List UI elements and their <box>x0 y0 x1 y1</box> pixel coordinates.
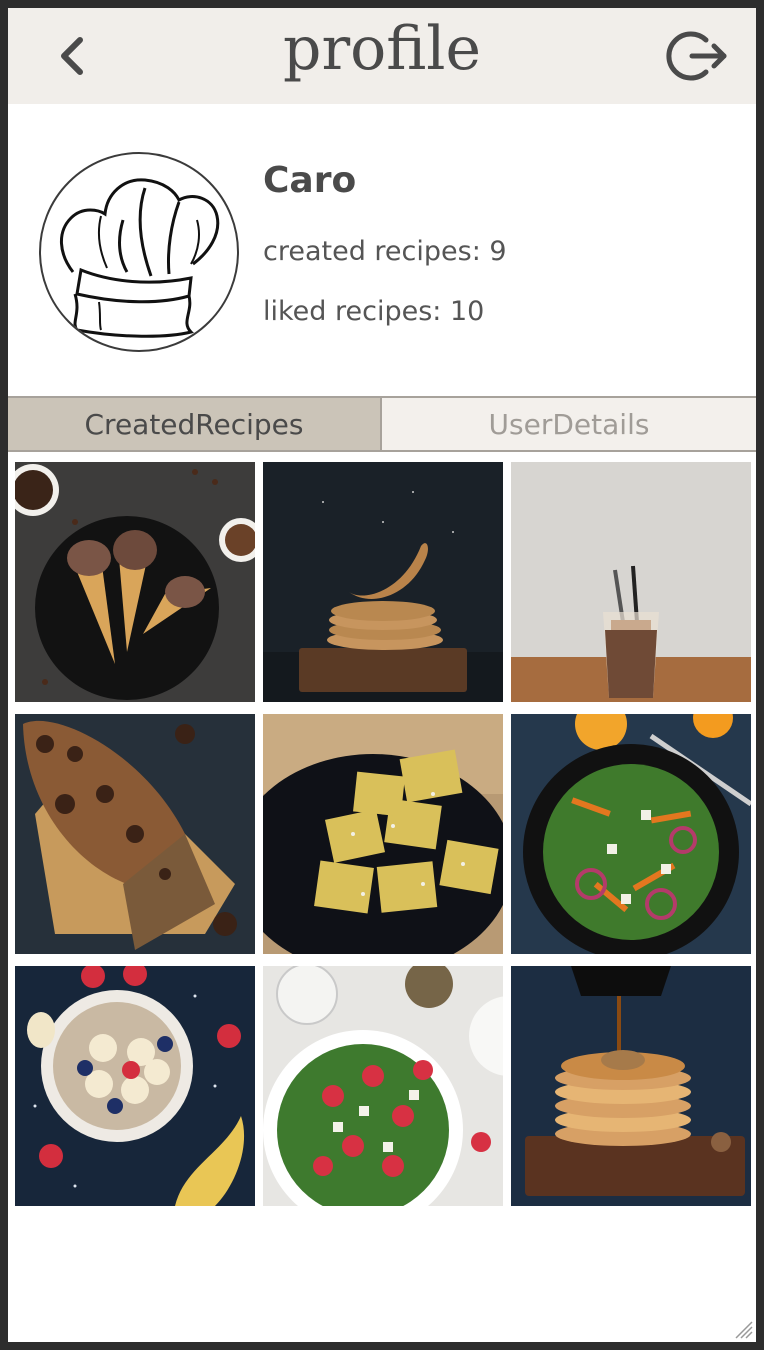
page-title: profile <box>283 14 481 84</box>
recipe-tile-banana-bread[interactable] <box>15 714 255 954</box>
app-screen: profile Caro created recipes: 9 liked re… <box>8 8 756 1342</box>
profile-section: Caro created recipes: 9 liked recipes: 1… <box>8 104 756 396</box>
tab-created-recipes[interactable]: CreatedRecipes <box>8 398 382 450</box>
recipe-tile-oatmeal[interactable] <box>15 966 255 1206</box>
recipe-tile-green-salad[interactable] <box>511 714 751 954</box>
recipe-tile-pancake-stack[interactable] <box>511 966 751 1206</box>
recipe-image <box>511 966 751 1206</box>
recipe-image <box>15 462 255 702</box>
recipe-image <box>511 462 751 702</box>
liked-recipes-count: liked recipes: 10 <box>263 296 485 327</box>
recipe-image <box>263 714 503 954</box>
tab-bar: CreatedRecipes UserDetails <box>8 396 756 452</box>
recipe-image <box>511 714 751 954</box>
header-bar: profile <box>8 8 756 104</box>
logout-button[interactable] <box>666 26 730 86</box>
recipe-tile-strawberry-salad[interactable] <box>263 966 503 1206</box>
recipe-tile-ice-cream[interactable] <box>15 462 255 702</box>
created-recipes-count: created recipes: 9 <box>263 236 507 267</box>
resize-grip-icon[interactable] <box>730 1316 754 1340</box>
user-name: Caro <box>263 160 357 201</box>
tab-user-details[interactable]: UserDetails <box>382 398 756 450</box>
recipe-image <box>15 714 255 954</box>
recipe-image <box>263 462 503 702</box>
recipe-image <box>263 966 503 1206</box>
avatar <box>39 152 239 352</box>
chef-hat-icon <box>59 178 220 338</box>
recipe-tile-pancake-flip[interactable] <box>263 462 503 702</box>
recipe-tile-iced-coffee[interactable] <box>511 462 751 702</box>
logout-icon <box>666 31 727 81</box>
recipe-grid <box>15 462 751 1206</box>
device-frame: profile Caro created recipes: 9 liked re… <box>0 0 764 1350</box>
recipe-tile-ravioli[interactable] <box>263 714 503 954</box>
recipe-image <box>15 966 255 1206</box>
